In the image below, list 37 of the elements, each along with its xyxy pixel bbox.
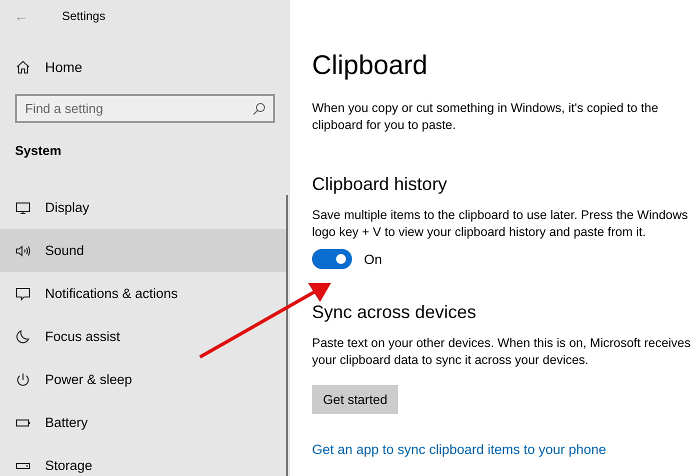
section-heading: System — [14, 143, 62, 158]
sidebar-item[interactable]: Power & sleep — [0, 358, 290, 401]
sidebar-item-label: Sound — [45, 243, 84, 258]
sidebar-item[interactable]: Battery — [0, 401, 290, 444]
sidebar-item[interactable]: Display — [0, 186, 290, 229]
sync-app-link[interactable]: Get an app to sync clipboard items to your phone — [312, 442, 606, 457]
home-item[interactable]: Home — [0, 52, 290, 82]
moon-icon — [15, 328, 31, 344]
home-icon — [15, 59, 31, 75]
sidebar-item-label: Notifications & actions — [45, 286, 178, 301]
sidebar-item-label: Focus assist — [45, 329, 120, 344]
intro-text: When you copy or cut something in Windows, it's copied to the clipboard for you to paste. — [312, 100, 660, 134]
search-icon — [252, 102, 266, 116]
sidebar-item[interactable]: Sound — [0, 229, 286, 272]
page-title: Clipboard — [312, 50, 429, 82]
sidebar-item-label: Storage — [45, 458, 92, 473]
monitor-icon — [15, 200, 31, 216]
sidebar-item[interactable]: Focus assist — [0, 315, 290, 358]
get-started-button[interactable]: Get started — [312, 385, 398, 414]
window-title: Settings — [62, 9, 106, 23]
section-heading: Sync across devices — [312, 302, 478, 323]
power-icon — [15, 372, 31, 388]
home-label: Home — [45, 59, 82, 75]
search-field[interactable]: Find a setting — [15, 94, 275, 123]
description-text: Paste text on your other devices. When this is on, Microsoft receives your clipboard data to sync it across your devices. — [312, 335, 692, 369]
sidebar-item-label: Display — [45, 200, 90, 215]
description-text: Save multiple items to the clipboard to use later. Press the Windows logo key + V to view your clipboard history and paste from it. — [312, 207, 689, 241]
sidebar-item-label: Power & sleep — [45, 372, 132, 387]
sidebar-item-label: Battery — [45, 415, 88, 430]
sidebar-item[interactable]: Notifications & actions — [0, 272, 290, 315]
sidebar-item[interactable]: Storage — [0, 444, 290, 476]
toggle-switch[interactable] — [312, 249, 352, 269]
toggle-label: On — [364, 252, 382, 266]
speaker-icon — [15, 242, 31, 258]
section-heading: Clipboard history — [312, 174, 448, 195]
scrollbar[interactable] — [286, 195, 288, 476]
speech-bubble-icon — [15, 286, 31, 302]
